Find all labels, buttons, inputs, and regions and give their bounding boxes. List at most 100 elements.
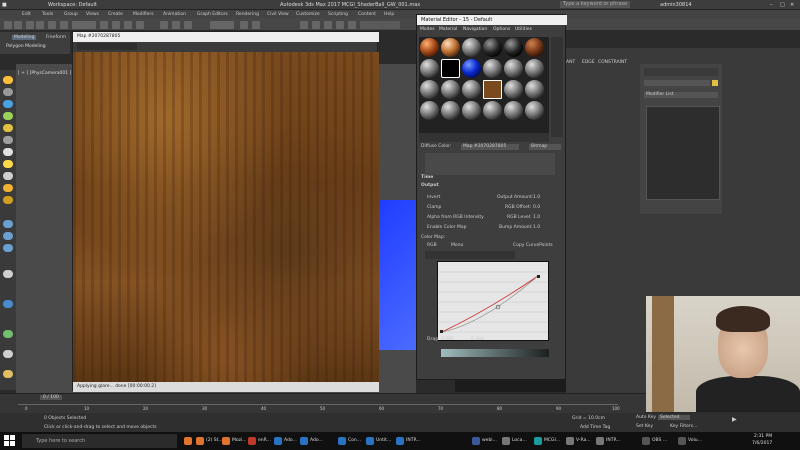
material-slot[interactable] — [462, 59, 481, 78]
timeline[interactable]: 0 / 100 0 10 20 30 40 50 60 70 80 90 100 — [0, 393, 646, 413]
material-slot[interactable] — [483, 38, 502, 57]
rotate-icon[interactable] — [124, 21, 132, 29]
taskbar-app-11[interactable]: MCGI... — [532, 434, 562, 448]
rgb-level-field[interactable]: 1.0 — [533, 215, 540, 220]
command-tabs[interactable] — [644, 68, 718, 76]
workspace-selector[interactable]: Workspace: Default — [48, 2, 97, 8]
material-slot[interactable] — [525, 101, 544, 120]
helper-icon[interactable] — [3, 148, 13, 156]
app-icon[interactable]: ■ — [2, 2, 7, 8]
clamp-checkbox[interactable]: Clamp — [427, 205, 441, 210]
minimize-icon[interactable]: – — [770, 2, 773, 8]
menu-scripting[interactable]: Scripting — [328, 12, 348, 17]
motion-icon[interactable] — [3, 232, 13, 240]
search-input[interactable]: Type a keyword or phrase — [560, 1, 630, 8]
auto-key-button[interactable]: Auto Key — [636, 415, 656, 420]
taskbar-app-2[interactable]: Mozi... — [220, 434, 249, 448]
modifier-stack[interactable] — [646, 106, 720, 200]
taskbar-app-4[interactable]: Ado... — [272, 434, 299, 448]
move-icon[interactable] — [112, 21, 120, 29]
menu-navigation[interactable]: Navigation — [463, 27, 487, 32]
ribbon-tab-ant[interactable]: ANT — [566, 60, 575, 65]
utilities-icon[interactable] — [3, 270, 13, 278]
taskbar-app-5[interactable]: Ado... — [298, 434, 325, 448]
viewport-label[interactable]: [ + ] [PhysCamera001 ] — [18, 71, 71, 76]
undo-icon[interactable] — [4, 21, 12, 29]
clock-time[interactable]: 2:31 PM — [754, 434, 772, 439]
select-icon[interactable] — [60, 21, 68, 29]
time-rollout[interactable]: Time — [421, 175, 433, 180]
taskbar-app-15[interactable]: Volu... — [676, 434, 704, 448]
angle-snap-icon[interactable] — [172, 21, 180, 29]
material-slot[interactable] — [462, 38, 481, 57]
hierarchy-icon[interactable] — [3, 220, 13, 228]
material-slot[interactable] — [483, 101, 502, 120]
render-icon[interactable] — [348, 21, 356, 29]
menu-graph-editors[interactable]: Graph Editors — [197, 12, 228, 17]
menu-animation[interactable]: Animation — [163, 12, 186, 17]
sun-icon[interactable] — [3, 184, 13, 192]
material-slot[interactable] — [420, 59, 439, 78]
mirror-icon[interactable] — [240, 21, 248, 29]
menu-modifiers[interactable]: Modifiers — [133, 12, 154, 17]
bitmap-toolbar[interactable] — [77, 43, 137, 50]
object-name-field[interactable] — [644, 80, 710, 86]
align-icon[interactable] — [252, 21, 260, 29]
object-color-swatch[interactable] — [712, 80, 718, 86]
menu-rendering[interactable]: Rendering — [236, 12, 259, 17]
sphere-icon[interactable] — [3, 196, 13, 204]
taskbar-app-7[interactable]: Untit... — [364, 434, 393, 448]
material-editor-title[interactable]: Material Editor - 15 - Default — [417, 15, 567, 25]
grow-icon[interactable] — [3, 330, 13, 338]
bump-amount-field[interactable]: 1.0 — [533, 225, 540, 230]
ribbon-polygon-modeling[interactable]: Polygon Modeling — [6, 44, 46, 49]
menu-content[interactable]: Content — [358, 12, 376, 17]
taskbar-app-8[interactable]: INTR... — [394, 434, 423, 448]
schematic-icon[interactable] — [312, 21, 320, 29]
taskbar-app-9[interactable]: webi... — [470, 434, 499, 448]
bind-icon[interactable] — [48, 21, 56, 29]
material-slot[interactable] — [462, 101, 481, 120]
ribbon-tab-constraint[interactable]: CONSTRAINT — [598, 60, 627, 65]
selected-dropdown[interactable]: Selected — [658, 415, 690, 420]
material-slot[interactable] — [525, 80, 544, 99]
menu-edit[interactable]: Edit — [22, 12, 31, 17]
close-icon[interactable]: ✕ — [790, 2, 794, 8]
modify-icon[interactable] — [3, 300, 13, 308]
scene-explorer-icon[interactable] — [3, 76, 13, 84]
material-slot[interactable] — [483, 59, 502, 78]
ribbon-tab-freeform[interactable]: Freeform — [46, 35, 66, 40]
material-slot[interactable] — [420, 101, 439, 120]
spacewarp-icon[interactable] — [3, 160, 13, 168]
play-icon[interactable]: ▶ — [732, 416, 737, 423]
tool-icon[interactable] — [3, 350, 13, 358]
add-time-tag-button[interactable]: Add Time Tag — [580, 425, 610, 430]
modifier-list-dropdown[interactable]: Modifier List — [644, 92, 718, 98]
menu-material[interactable]: Material — [439, 27, 457, 32]
menu-tools[interactable]: Tools — [42, 12, 53, 17]
camera-icon[interactable] — [3, 136, 13, 144]
maximize-icon[interactable]: □ — [780, 2, 785, 8]
material-slot[interactable] — [420, 80, 439, 99]
material-slot[interactable] — [441, 80, 460, 99]
menu-utilities[interactable]: Utilities — [515, 27, 532, 32]
material-slot[interactable] — [441, 38, 460, 57]
rgb-radio[interactable]: RGB — [427, 243, 437, 248]
clock-date[interactable]: 7/6/2017 — [752, 441, 772, 446]
material-editor-icon[interactable] — [324, 21, 332, 29]
output-rollout[interactable]: Output — [421, 183, 439, 188]
menu-views[interactable]: Views — [86, 12, 99, 17]
taskbar-search[interactable]: Type here to search — [22, 434, 177, 448]
windows-start-icon[interactable] — [4, 435, 16, 447]
material-slot[interactable] — [504, 80, 523, 99]
unlink-icon[interactable] — [36, 21, 44, 29]
create-selection-set[interactable] — [360, 21, 400, 29]
set-key-button[interactable]: Set Key — [636, 424, 653, 429]
material-toolbar[interactable] — [419, 133, 549, 142]
menu-group[interactable]: Group — [64, 12, 78, 17]
taskbar-app-3[interactable]: enR... — [246, 434, 273, 448]
link-icon[interactable] — [26, 21, 34, 29]
snap-icon[interactable] — [160, 21, 168, 29]
render-setup-icon[interactable] — [336, 21, 344, 29]
display-icon[interactable] — [3, 244, 13, 252]
